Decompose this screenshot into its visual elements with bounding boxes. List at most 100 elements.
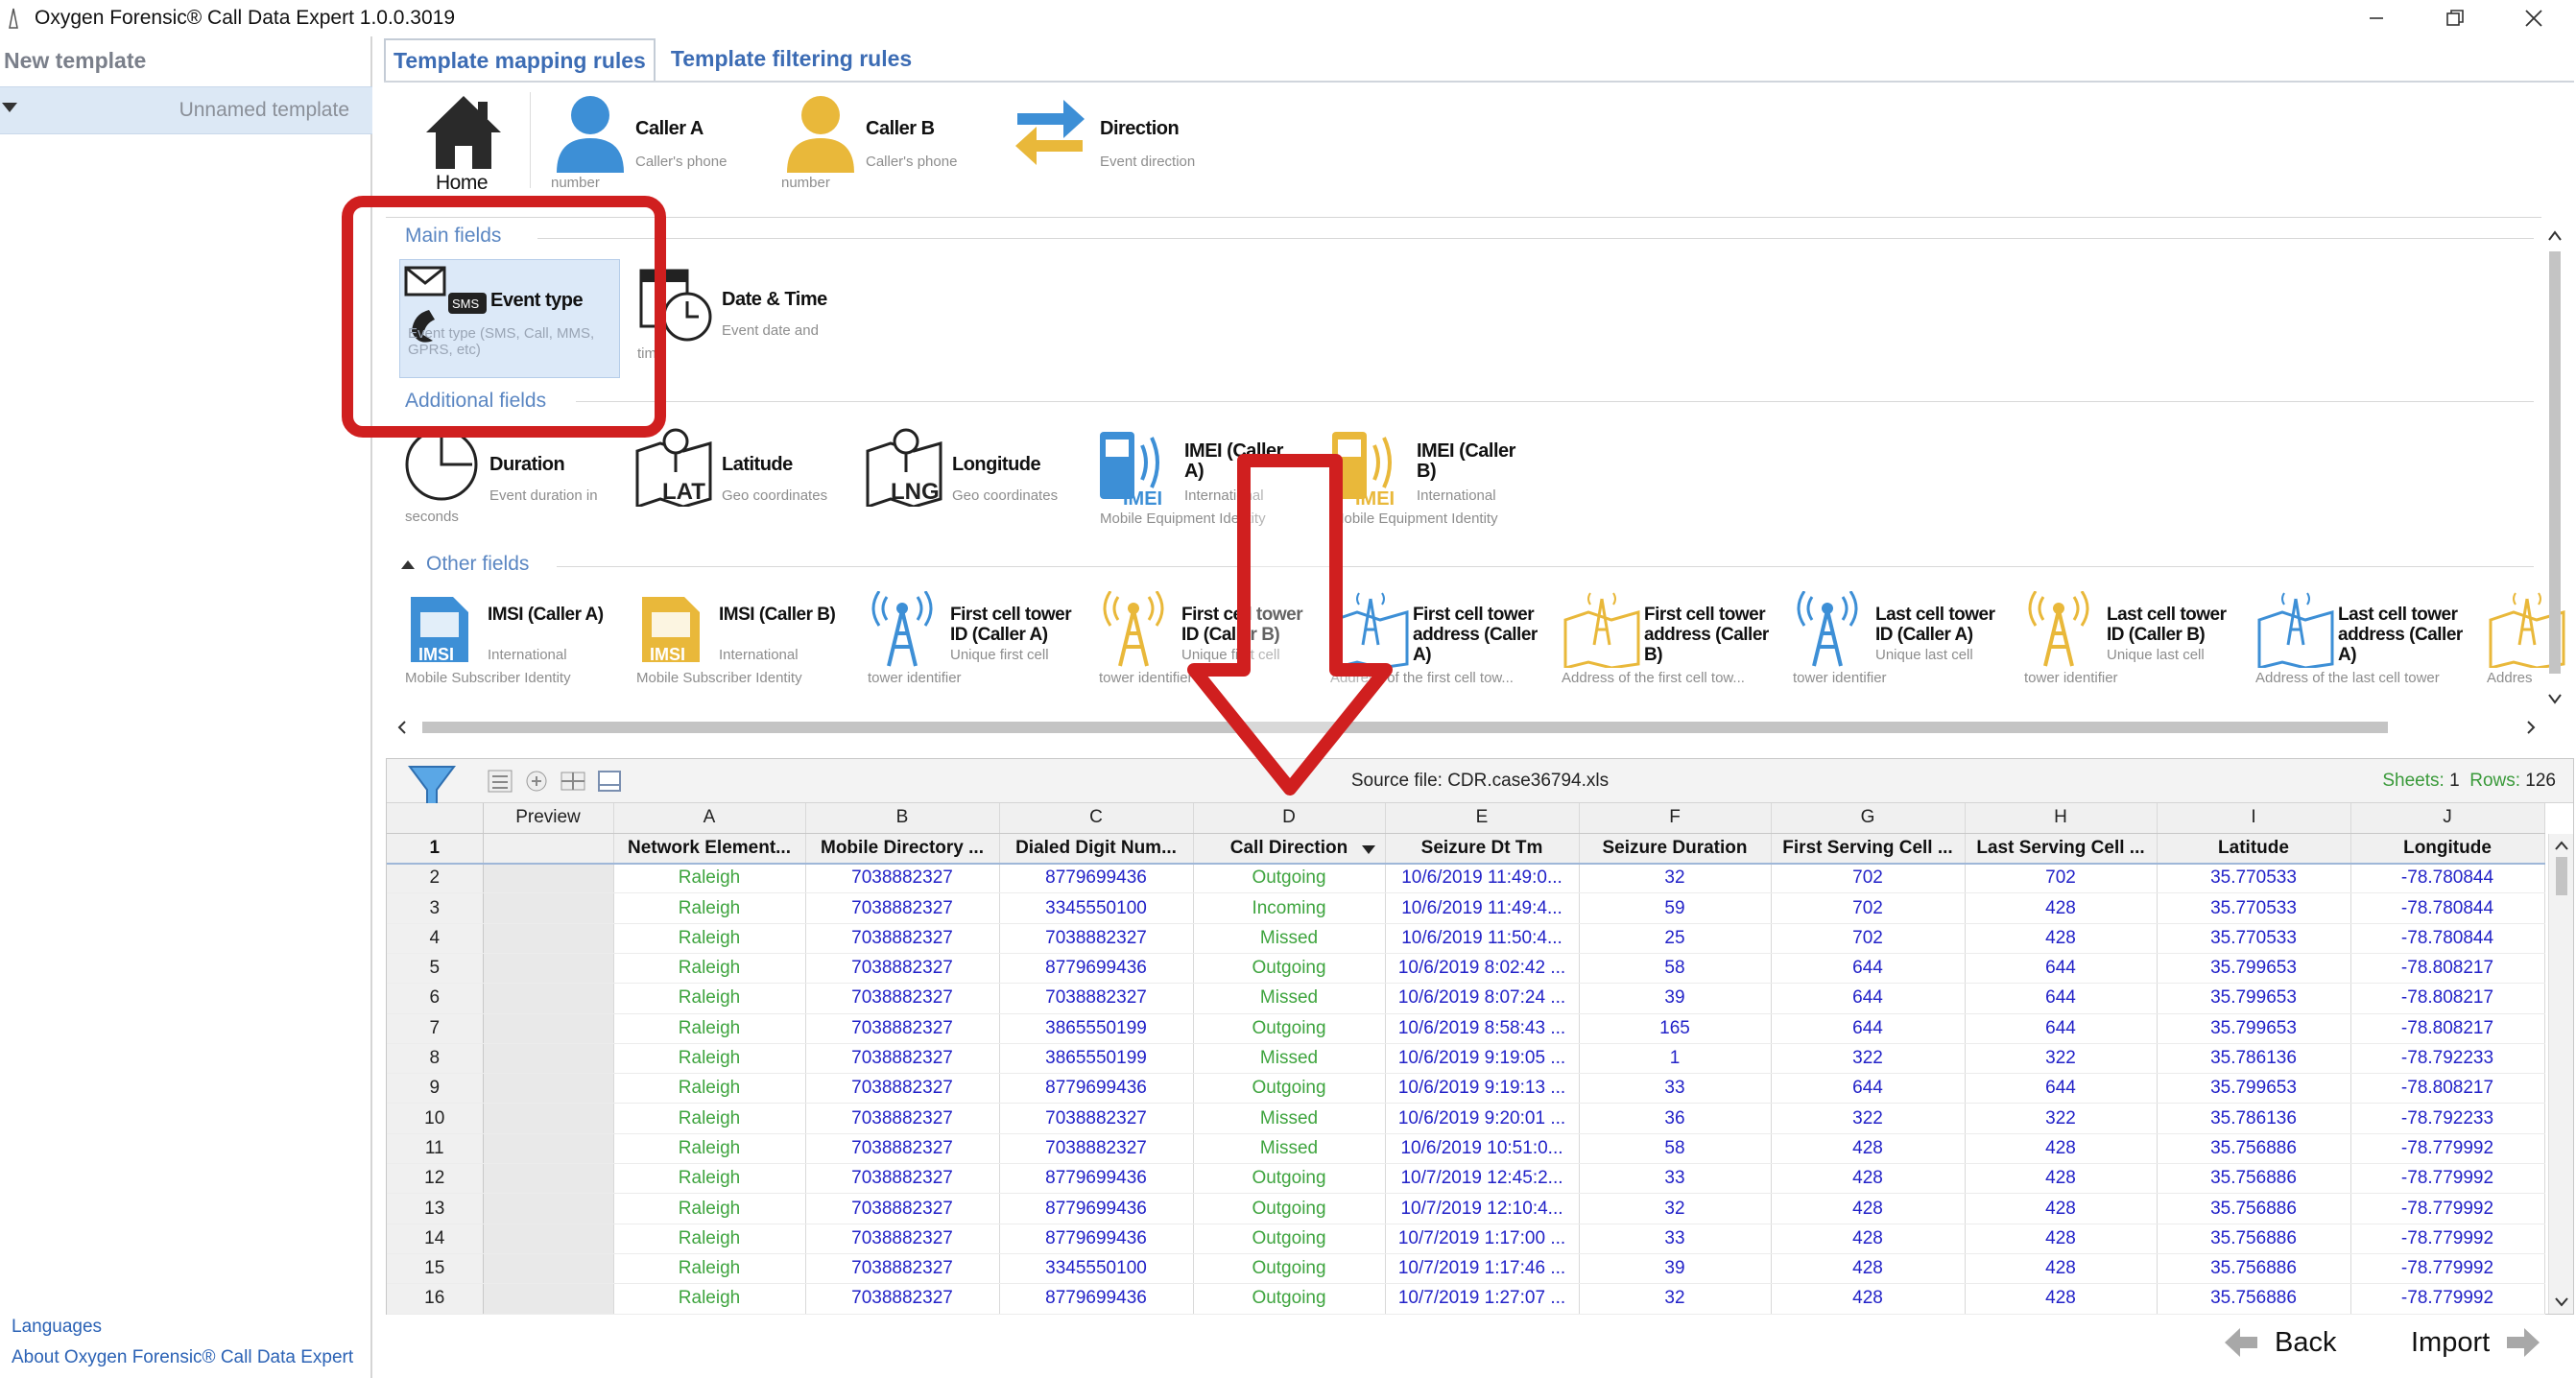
table-cell[interactable]: 702	[1771, 923, 1966, 954]
table-cell[interactable]: 36	[1579, 1103, 1772, 1134]
table-cell[interactable]: 644	[1965, 1013, 2158, 1044]
table-cell[interactable]: 32	[1579, 863, 1772, 894]
table-cell[interactable]: Raleigh	[613, 1103, 806, 1134]
table-cell[interactable]: 59	[1579, 892, 1772, 924]
table-cell[interactable]: Outgoing	[1193, 1073, 1386, 1105]
table-cell[interactable]: Raleigh	[613, 1283, 806, 1315]
other-field-6[interactable]: First cell tower address (Caller B) Addre…	[1556, 587, 1778, 693]
table-cell[interactable]: 35.770533	[2157, 923, 2351, 954]
table-cell[interactable]: 58	[1579, 953, 1772, 985]
table-cell[interactable]: 322	[1771, 1043, 1966, 1075]
table-cell[interactable]: 10/6/2019 8:58:43 ...	[1385, 1013, 1580, 1044]
column-header[interactable]: Last Serving Cell ...	[1965, 833, 2158, 865]
column-letter[interactable]: I	[2157, 803, 2351, 834]
table-cell[interactable]: 7038882327	[999, 1133, 1194, 1165]
table-cell[interactable]: 644	[1771, 983, 1966, 1014]
table-cell[interactable]: 10/6/2019 9:19:05 ...	[1385, 1043, 1580, 1075]
table-cell[interactable]: -78.780844	[2350, 923, 2545, 954]
table-cell[interactable]: 3345550100	[999, 1253, 1194, 1285]
table-cell[interactable]: 428	[1965, 892, 2158, 924]
table-cell[interactable]: 35.799653	[2157, 1073, 2351, 1105]
table-cell[interactable]: 322	[1965, 1103, 2158, 1134]
table-cell[interactable]: 32	[1579, 1283, 1772, 1315]
fields-horizontal-scrollbar[interactable]	[395, 714, 2543, 741]
table-cell[interactable]: -78.779992	[2350, 1253, 2545, 1285]
table-cell[interactable]: Raleigh	[613, 953, 806, 985]
table-cell[interactable]: 644	[1965, 983, 2158, 1014]
table-cell[interactable]: 35.756886	[2157, 1133, 2351, 1165]
tab-template-filtering-rules[interactable]: Template filtering rules	[663, 38, 919, 81]
table-cell[interactable]: 35.799653	[2157, 1013, 2351, 1044]
other-field-1[interactable]: IMSI IMSI (Caller A) International Mobile S…	[399, 587, 622, 693]
table-cell[interactable]: Outgoing	[1193, 863, 1386, 894]
column-header[interactable]: First Serving Cell ...	[1771, 833, 1966, 865]
table-cell[interactable]: 7038882327	[805, 1043, 1000, 1075]
table-cell[interactable]: 702	[1965, 863, 2158, 894]
table-cell[interactable]: 8779699436	[999, 1073, 1194, 1105]
caller-a-field[interactable]: Caller A Caller's phone number	[549, 90, 751, 196]
table-cell[interactable]: 428	[1771, 1133, 1966, 1165]
table-cell[interactable]: 7038882327	[805, 1283, 1000, 1315]
table-cell[interactable]: -78.792233	[2350, 1103, 2545, 1134]
table-cell[interactable]: 35.756886	[2157, 1224, 2351, 1254]
table-cell[interactable]: 8779699436	[999, 1283, 1194, 1315]
table-cell[interactable]: Raleigh	[613, 1224, 806, 1254]
table-cell[interactable]: 10/6/2019 11:49:0...	[1385, 863, 1580, 894]
tab-template-mapping-rules[interactable]: Template mapping rules	[384, 38, 656, 81]
column-header[interactable]: Network Element...	[613, 833, 806, 865]
table-cell[interactable]: 10/7/2019 1:27:07 ...	[1385, 1283, 1580, 1315]
table-cell[interactable]: -78.808217	[2350, 953, 2545, 985]
other-field-3[interactable]: First cell tower ID (Caller A) Unique fir…	[862, 587, 1085, 693]
table-cell[interactable]: 428	[1771, 1283, 1966, 1315]
table-cell[interactable]: 8779699436	[999, 953, 1194, 985]
table-cell[interactable]: 7038882327	[805, 953, 1000, 985]
table-cell[interactable]: 35.770533	[2157, 863, 2351, 894]
table-cell[interactable]: Missed	[1193, 1043, 1386, 1075]
table-cell[interactable]: 33	[1579, 1224, 1772, 1254]
table-cell[interactable]: 428	[1965, 1163, 2158, 1195]
table-cell[interactable]: Raleigh	[613, 923, 806, 954]
table-cell[interactable]: -78.808217	[2350, 1013, 2545, 1044]
table-cell[interactable]: 35.756886	[2157, 1253, 2351, 1285]
column-letter[interactable]: B	[805, 803, 1000, 834]
table-cell[interactable]: 33	[1579, 1073, 1772, 1105]
table-cell[interactable]: Raleigh	[613, 1163, 806, 1195]
table-cell[interactable]: 644	[1965, 953, 2158, 985]
column-letter[interactable]: H	[1965, 803, 2158, 834]
collapse-other-icon[interactable]	[401, 560, 415, 569]
table-cell[interactable]: 35.756886	[2157, 1163, 2351, 1195]
table-cell[interactable]: 7038882327	[805, 1103, 1000, 1134]
column-header[interactable]: Dialed Digit Num...	[999, 833, 1194, 865]
table-cell[interactable]: 7038882327	[805, 1163, 1000, 1195]
table-cell[interactable]: 7038882327	[805, 1133, 1000, 1165]
direction-field[interactable]: Direction Event direction	[1012, 90, 1223, 196]
table-cell[interactable]: 10/6/2019 11:49:4...	[1385, 892, 1580, 924]
table-cell[interactable]: -78.779992	[2350, 1163, 2545, 1195]
caller-b-field[interactable]: Caller B Caller's phone number	[779, 90, 981, 196]
table-cell[interactable]: Raleigh	[613, 1133, 806, 1165]
table-cell[interactable]: 7038882327	[805, 1193, 1000, 1224]
table-cell[interactable]: 10/6/2019 8:07:24 ...	[1385, 983, 1580, 1014]
table-cell[interactable]: 8779699436	[999, 1224, 1194, 1254]
table-cell[interactable]: 25	[1579, 923, 1772, 954]
table-cell[interactable]: 10/7/2019 1:17:46 ...	[1385, 1253, 1580, 1285]
table-cell[interactable]: -78.792233	[2350, 1043, 2545, 1075]
about-link[interactable]: About Oxygen Forensic® Call Data Expert	[12, 1347, 353, 1368]
table-cell[interactable]: Raleigh	[613, 1013, 806, 1044]
table-cell[interactable]: Raleigh	[613, 1073, 806, 1105]
table-cell[interactable]: 428	[1771, 1224, 1966, 1254]
table-cell[interactable]: 3345550100	[999, 892, 1194, 924]
table-cell[interactable]: -78.779992	[2350, 1133, 2545, 1165]
column-letter[interactable]: F	[1579, 803, 1772, 834]
table-cell[interactable]: -78.808217	[2350, 1073, 2545, 1105]
table-cell[interactable]: 702	[1771, 892, 1966, 924]
table-cell[interactable]: -78.779992	[2350, 1193, 2545, 1224]
duration-field[interactable]: Duration Event duration in seconds	[399, 422, 620, 532]
table-cell[interactable]: Missed	[1193, 923, 1386, 954]
table-cell[interactable]: 8779699436	[999, 1163, 1194, 1195]
home-button[interactable]: Home	[418, 88, 524, 194]
table-cell[interactable]: Raleigh	[613, 892, 806, 924]
column-header[interactable]: Seizure Duration	[1579, 833, 1772, 865]
table-cell[interactable]: Outgoing	[1193, 1013, 1386, 1044]
column-letter[interactable]: E	[1385, 803, 1580, 834]
